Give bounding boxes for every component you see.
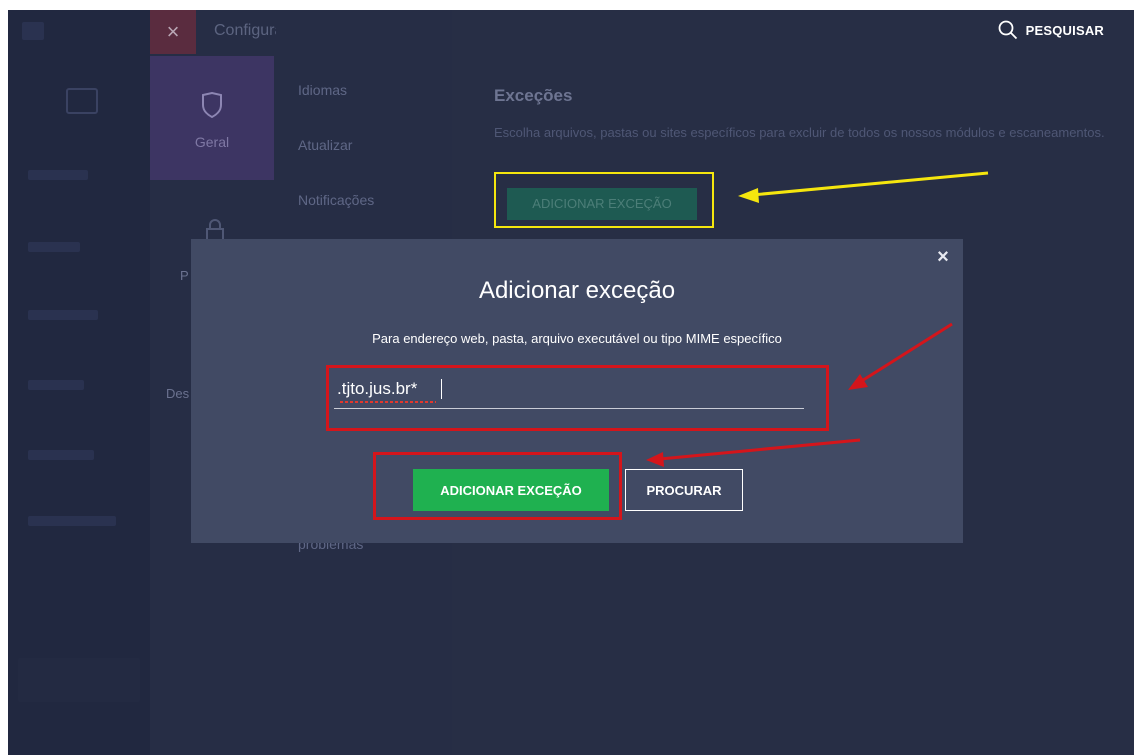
red-arrow-input: [848, 322, 953, 390]
red-arrow-button: [646, 438, 861, 467]
yellow-arrow: [738, 171, 989, 203]
app-window: × Configurações Geral P Des Idiomas Atua…: [8, 10, 1134, 755]
annotation-arrows: [646, 171, 989, 467]
